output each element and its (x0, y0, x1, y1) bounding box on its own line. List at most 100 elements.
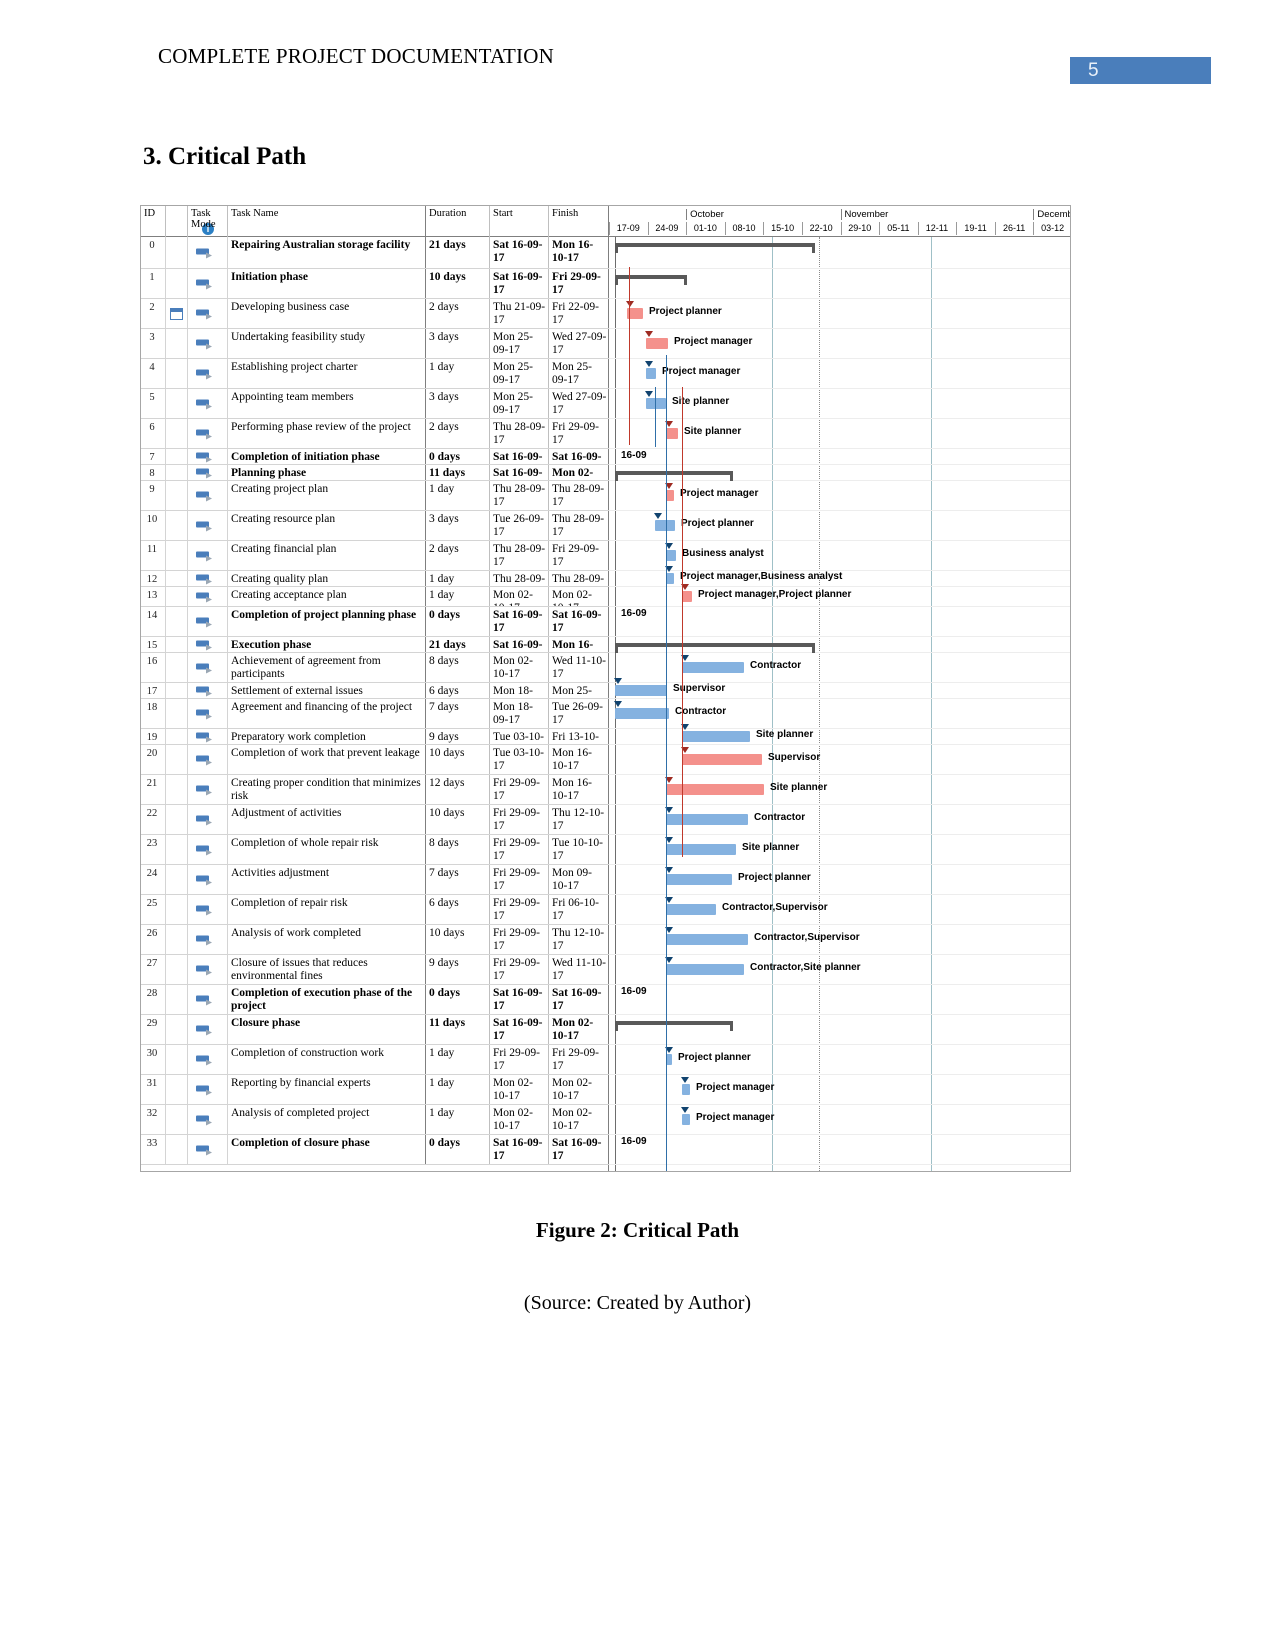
cell-task-mode[interactable] (188, 1135, 228, 1164)
table-row[interactable]: 29 Closure phase 11 days Sat 16-09-17 Mon 02… (141, 1015, 609, 1045)
cell-task-mode[interactable] (188, 1105, 228, 1134)
cell-task-mode[interactable] (188, 637, 228, 652)
table-row[interactable]: 4 Establishing project charter 1 day Mon 25… (141, 359, 609, 389)
table-row[interactable]: 13Creating acceptance plan1 dayMon 02-10… (141, 587, 609, 607)
cell-task-mode[interactable] (188, 299, 228, 328)
gantt-summary-bar[interactable] (615, 1021, 733, 1031)
cell-task-mode[interactable] (188, 683, 228, 698)
table-row[interactable]: 18 Agreement and financing of the project… (141, 699, 609, 729)
cell-task-mode[interactable] (188, 1075, 228, 1104)
gantt-task-bar[interactable] (682, 731, 750, 742)
cell-indicator[interactable] (166, 269, 188, 298)
table-row[interactable]: 5 Appointing team members 3 days Mon 25-09-… (141, 389, 609, 419)
table-row[interactable]: 3 Undertaking feasibility study 3 days Mon … (141, 329, 609, 359)
gantt-task-bar[interactable] (666, 904, 716, 915)
cell-task-mode[interactable] (188, 541, 228, 570)
column-header-duration[interactable]: Duration (426, 206, 490, 237)
gantt-task-bar[interactable] (682, 591, 692, 602)
cell-indicator[interactable] (166, 587, 188, 606)
table-row[interactable]: 14 Completion of project planning phase 0 … (141, 607, 609, 637)
cell-indicator[interactable] (166, 299, 188, 328)
gantt-task-bar[interactable] (646, 338, 668, 349)
gantt-summary-bar[interactable] (615, 643, 815, 653)
gantt-task-bar[interactable] (682, 662, 744, 673)
table-row[interactable]: 32 Analysis of completed project 1 day Mon … (141, 1105, 609, 1135)
column-header-indicator[interactable]: i (166, 206, 214, 237)
cell-task-mode[interactable] (188, 571, 228, 586)
table-row[interactable]: 0 Repairing Australian storage facility 21… (141, 237, 609, 269)
cell-task-mode[interactable] (188, 607, 228, 636)
table-row[interactable]: 22 Adjustment of activities 10 days Fri 29-… (141, 805, 609, 835)
cell-indicator[interactable] (166, 449, 188, 464)
table-row[interactable]: 15 Execution phase21 daysSat 16-09-17Mon … (141, 637, 609, 653)
table-row[interactable]: 6 Performing phase review of the project 2… (141, 419, 609, 449)
cell-task-mode[interactable] (188, 419, 228, 448)
cell-indicator[interactable] (166, 985, 188, 1014)
column-header-start[interactable]: Start (490, 206, 549, 237)
column-header-finish[interactable]: Finish (549, 206, 609, 237)
gantt-task-bar[interactable] (666, 934, 748, 945)
cell-indicator[interactable] (166, 699, 188, 728)
gantt-task-bar[interactable] (682, 754, 762, 765)
table-row[interactable]: 27 Closure of issues that reduces environ… (141, 955, 609, 985)
table-row[interactable]: 16 Achievement of agreement from particip… (141, 653, 609, 683)
cell-indicator[interactable] (166, 955, 188, 984)
column-header-task-mode[interactable]: Task Mode (188, 206, 228, 237)
table-row[interactable]: 8 Planning phase11 daysSat 16-09-17Mon 02… (141, 465, 609, 481)
cell-task-mode[interactable] (188, 985, 228, 1014)
cell-indicator[interactable] (166, 359, 188, 388)
cell-task-mode[interactable] (188, 699, 228, 728)
gantt-task-bar[interactable] (646, 368, 656, 379)
cell-task-mode[interactable] (188, 805, 228, 834)
table-row[interactable]: 1 Initiation phase 10 days Sat 16-09-17 Fri … (141, 269, 609, 299)
gantt-summary-bar[interactable] (615, 275, 687, 285)
table-row[interactable]: 12Creating quality plan1 dayThu 28-09-17… (141, 571, 609, 587)
cell-task-mode[interactable] (188, 653, 228, 682)
cell-task-mode[interactable] (188, 1045, 228, 1074)
cell-indicator[interactable] (166, 729, 188, 744)
gantt-task-bar[interactable] (666, 814, 748, 825)
gantt-task-bar[interactable] (666, 550, 676, 561)
gantt-task-bar[interactable] (666, 874, 732, 885)
table-row[interactable]: 24 Activities adjustment 7 days Fri 29-09-1… (141, 865, 609, 895)
cell-indicator[interactable] (166, 775, 188, 804)
gantt-task-bar[interactable] (646, 398, 666, 409)
gantt-task-bar[interactable] (615, 708, 669, 719)
table-row[interactable]: 2 Developing business case 2 days Thu 21-09… (141, 299, 609, 329)
cell-indicator[interactable] (166, 637, 188, 652)
column-header-task-name[interactable]: Task Name (228, 206, 426, 237)
cell-indicator[interactable] (166, 481, 188, 510)
cell-task-mode[interactable] (188, 745, 228, 774)
cell-task-mode[interactable] (188, 925, 228, 954)
table-row[interactable]: 20 Completion of work that prevent leakag… (141, 745, 609, 775)
cell-indicator[interactable] (166, 1075, 188, 1104)
gantt-task-bar[interactable] (615, 685, 667, 696)
cell-indicator[interactable] (166, 541, 188, 570)
table-row[interactable]: 11 Creating financial plan 2 days Thu 28-09… (141, 541, 609, 571)
column-header-id[interactable]: ID (141, 206, 166, 237)
cell-task-mode[interactable] (188, 895, 228, 924)
cell-indicator[interactable] (166, 1105, 188, 1134)
cell-task-mode[interactable] (188, 865, 228, 894)
cell-indicator[interactable] (166, 1015, 188, 1044)
cell-task-mode[interactable] (188, 449, 228, 464)
cell-task-mode[interactable] (188, 481, 228, 510)
cell-indicator[interactable] (166, 683, 188, 698)
cell-task-mode[interactable] (188, 511, 228, 540)
cell-indicator[interactable] (166, 607, 188, 636)
cell-indicator[interactable] (166, 237, 188, 268)
table-row[interactable]: 25 Completion of repair risk 6 days Fri 29-… (141, 895, 609, 925)
timeline-body[interactable]: Project planner Project manager Project ma… (609, 237, 1070, 1171)
cell-indicator[interactable] (166, 835, 188, 864)
cell-indicator[interactable] (166, 329, 188, 358)
cell-task-mode[interactable] (188, 389, 228, 418)
table-row[interactable]: 33 Completion of closure phase 0 days Sat 1… (141, 1135, 609, 1165)
cell-task-mode[interactable] (188, 1015, 228, 1044)
gantt-task-bar[interactable] (666, 784, 764, 795)
cell-task-mode[interactable] (188, 269, 228, 298)
cell-indicator[interactable] (166, 511, 188, 540)
cell-indicator[interactable] (166, 1135, 188, 1164)
gantt-task-bar[interactable] (666, 964, 744, 975)
cell-task-mode[interactable] (188, 955, 228, 984)
table-row[interactable]: 31 Reporting by financial experts 1 day Mon… (141, 1075, 609, 1105)
